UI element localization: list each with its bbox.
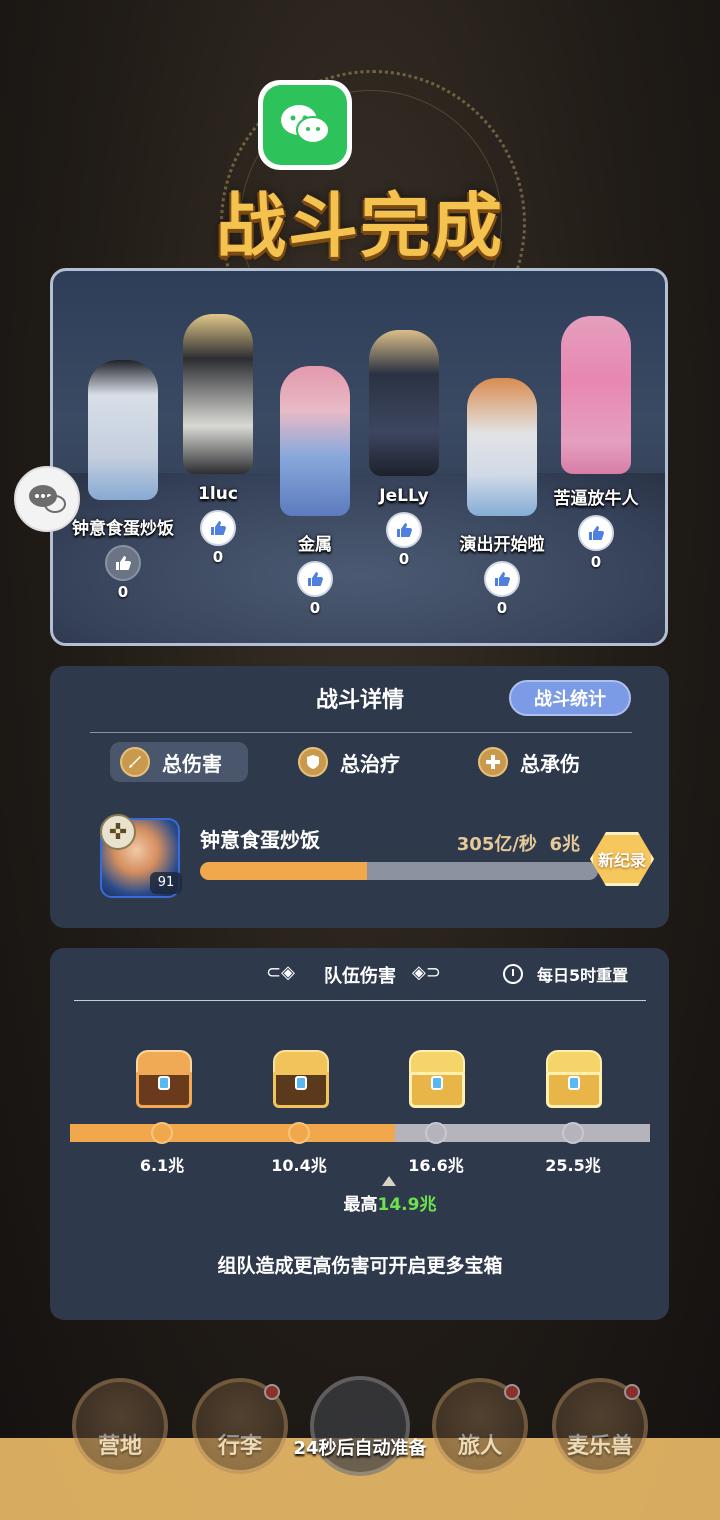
tab-label: 总承伤 — [520, 751, 580, 776]
damage-stat: 305亿/秒 6兆 — [420, 830, 580, 856]
like-count: 0 — [117, 583, 129, 601]
peak-marker-icon — [382, 1176, 396, 1186]
ornament-right-icon: ◈⊃ — [412, 962, 441, 983]
reset-text: 每日5时重置 — [537, 966, 629, 985]
like-count: 0 — [590, 553, 602, 571]
milestone-node — [288, 1122, 310, 1144]
milestone-label: 10.4兆 — [271, 1156, 327, 1175]
class-badge-icon: ✜ — [100, 814, 136, 850]
treasure-chest-4[interactable] — [546, 1050, 602, 1108]
thumbs-up-icon[interactable] — [297, 561, 333, 597]
peak-label: 最高 — [343, 1195, 378, 1215]
sword-icon — [120, 747, 150, 777]
damage-total: 6兆 — [549, 834, 580, 855]
milestone-node — [562, 1122, 584, 1144]
avatar-level: 91 — [150, 872, 182, 894]
reset-info: 每日5时重置 — [503, 962, 628, 986]
like-count: 0 — [496, 599, 508, 617]
divider — [90, 732, 632, 733]
treasure-chest-1[interactable] — [136, 1050, 192, 1108]
team-damage-progress-fill — [70, 1124, 395, 1142]
notification-dot — [624, 1384, 640, 1400]
team-member[interactable]: 苦逼放牛人 0 — [521, 316, 671, 571]
damage-progress-fill — [200, 862, 368, 880]
auto-ready-timer: 24秒后自动准备 — [293, 1438, 427, 1459]
team-damage-hint: 组队造成更高伤害可开启更多宝箱 — [217, 1255, 503, 1277]
nav-battle[interactable] — [310, 1376, 410, 1476]
tab-total-heal[interactable]: 总治疗 — [298, 742, 400, 782]
tab-label: 总伤害 — [162, 751, 222, 776]
character-figure — [561, 316, 631, 474]
damage-progress-bar — [200, 862, 598, 880]
shield-icon — [298, 747, 328, 777]
thumbs-up-icon[interactable] — [105, 545, 141, 581]
tab-label: 总治疗 — [340, 751, 400, 776]
thumbs-up-icon[interactable] — [200, 510, 236, 546]
notification-dot — [504, 1384, 520, 1400]
chat-bubble-icon[interactable] — [14, 466, 80, 532]
member-name: 苦逼放牛人 — [553, 489, 639, 509]
clock-icon — [503, 964, 523, 984]
tab-total-damage[interactable]: 总伤害 — [110, 742, 248, 782]
player-name: 钟意食蛋炒饭 — [200, 828, 320, 852]
page-title: 战斗完成 — [216, 185, 504, 267]
damage-rate: 305亿/秒 — [456, 834, 537, 855]
thumbs-up-icon[interactable] — [578, 515, 614, 551]
milestone-label: 16.6兆 — [408, 1156, 464, 1175]
cross-icon — [478, 747, 508, 777]
milestone-node — [425, 1122, 447, 1144]
tab-total-taken[interactable]: 总承伤 — [478, 742, 580, 782]
milestone-label: 6.1兆 — [139, 1156, 185, 1175]
treasure-chest-2[interactable] — [273, 1050, 329, 1108]
thumbs-up-icon[interactable] — [484, 561, 520, 597]
milestone-label: 25.5兆 — [545, 1156, 601, 1175]
notification-dot — [264, 1384, 280, 1400]
milestone-node — [151, 1122, 173, 1144]
peak-damage: 最高14.9兆 — [0, 1190, 720, 1215]
peak-value: 14.9兆 — [377, 1195, 437, 1215]
treasure-chest-3[interactable] — [409, 1050, 465, 1108]
battle-stats-button[interactable]: 战斗统计 — [509, 680, 631, 716]
wechat-icon[interactable] — [258, 80, 352, 170]
divider — [74, 1000, 646, 1001]
thumbs-up-icon[interactable] — [386, 512, 422, 548]
like-count: 0 — [309, 599, 321, 617]
